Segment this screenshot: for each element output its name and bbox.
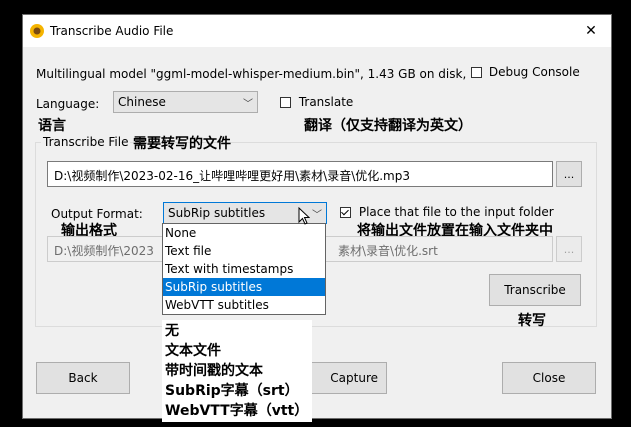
cn-option-text-timestamps: 带时间戳的文本 <box>165 363 263 379</box>
title-bar: Transcribe Audio File ✕ <box>23 15 611 47</box>
back-button-label: Back <box>68 371 98 385</box>
language-select[interactable]: Chinese ﹀ <box>113 91 258 113</box>
place-output-check[interactable] <box>340 207 351 218</box>
transcribe-file-annotation: 需要转写的文件 <box>133 136 231 152</box>
transcribe-file-group-label: Transcribe File <box>41 135 131 149</box>
chevron-down-icon: ﹀ <box>312 210 322 221</box>
model-info-text: Multilingual model "ggml-model-whisper-m… <box>36 67 467 81</box>
transcribe-annotation: 转写 <box>518 313 546 329</box>
debug-console-checkbox[interactable]: Debug Console <box>471 65 580 79</box>
output-path-prefix: D:\视频制作\2023 <box>54 244 154 258</box>
browse-input-label: ... <box>563 167 575 181</box>
input-file-path[interactable]: D:\视频制作\2023-02-16_让哔哩哔哩更好用\素材\录音\优化.mp3 <box>47 161 553 187</box>
sunflower-icon <box>29 23 45 39</box>
dropdown-option-webvtt[interactable]: WebVTT subtitles <box>163 296 325 314</box>
output-format-dropdown: None Text file Text with timestamps SubR… <box>162 223 326 315</box>
output-format-cn-annotation-list: 无 文本文件 带时间戳的文本 SubRip字幕（srt） WebVTT字幕（vt… <box>162 320 312 422</box>
close-icon: ✕ <box>585 23 597 39</box>
translate-check[interactable] <box>280 97 291 108</box>
language-label: Language: <box>36 97 100 111</box>
language-annotation: 语言 <box>38 118 66 134</box>
browse-input-button[interactable]: ... <box>556 161 582 187</box>
close-button-label: Close <box>532 371 566 385</box>
close-button[interactable]: Close <box>502 362 596 394</box>
translate-annotation: 翻译（仅支持翻译为英文） <box>304 118 472 134</box>
input-file-path-text: D:\视频制作\2023-02-16_让哔哩哔哩更好用\素材\录音\优化.mp3 <box>54 169 410 183</box>
back-button[interactable]: Back <box>36 362 130 394</box>
chevron-down-icon: ﹀ <box>243 99 253 110</box>
place-output-checkbox[interactable]: Place that file to the input folder <box>340 205 554 219</box>
cn-option-subrip: SubRip字幕（srt） <box>165 383 299 399</box>
browse-output-button: ... <box>556 236 582 262</box>
output-format-value: SubRip subtitles <box>168 206 266 220</box>
dropdown-option-subrip[interactable]: SubRip subtitles <box>163 278 325 296</box>
mouse-cursor-icon <box>298 206 311 228</box>
output-format-label: Output Format: <box>51 207 143 221</box>
window-title: Transcribe Audio File <box>50 24 174 38</box>
dropdown-option-text-file[interactable]: Text file <box>163 242 325 260</box>
dropdown-option-text-timestamps[interactable]: Text with timestamps <box>163 260 325 278</box>
window-close-button[interactable]: ✕ <box>571 15 611 47</box>
translate-label: Translate <box>298 95 354 109</box>
browse-output-label: ... <box>563 242 575 256</box>
transcribe-button[interactable]: Transcribe <box>489 274 581 306</box>
transcribe-dialog: Transcribe Audio File ✕ Multilingual mod… <box>22 14 612 419</box>
cn-option-text-file: 文本文件 <box>165 343 221 359</box>
cn-option-none: 无 <box>165 323 179 339</box>
language-value: Chinese <box>118 95 166 109</box>
debug-console-check[interactable] <box>471 67 482 78</box>
capture-button-label: Capture <box>330 371 378 385</box>
debug-console-label: Debug Console <box>488 65 580 79</box>
cn-option-webvtt: WebVTT字幕（vtt） <box>165 403 309 419</box>
translate-checkbox[interactable]: Translate <box>280 95 353 109</box>
output-path-suffix: 素材\录音\优化.srt <box>338 244 438 258</box>
transcribe-button-label: Transcribe <box>504 283 566 297</box>
place-output-label: Place that file to the input folder <box>358 205 554 219</box>
